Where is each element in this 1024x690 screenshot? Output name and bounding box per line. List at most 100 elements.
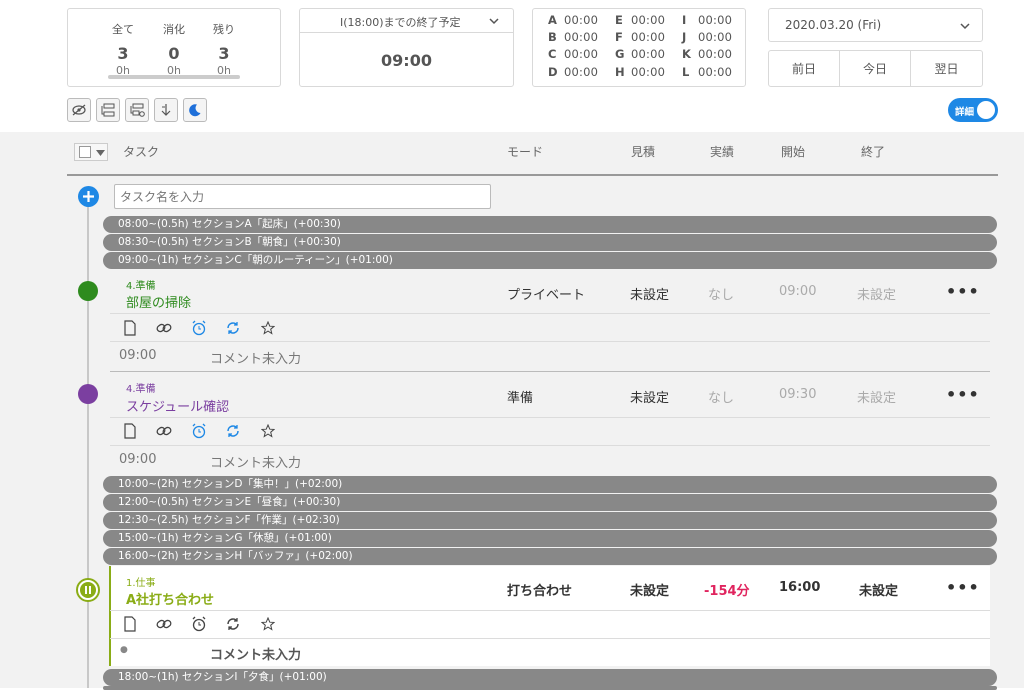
header-divider bbox=[67, 174, 998, 176]
row-divider bbox=[110, 313, 990, 314]
task-name[interactable]: A社打ち合わせ bbox=[126, 589, 214, 608]
summary-count-done: 0 bbox=[168, 44, 180, 63]
comment-bullet: ● bbox=[120, 645, 128, 655]
alarm-clock-icon[interactable] bbox=[190, 615, 208, 633]
task-actual: -154分 bbox=[704, 584, 750, 599]
checkbox-square bbox=[79, 146, 91, 158]
repeat-icon[interactable] bbox=[224, 422, 242, 440]
section-bar-a[interactable]: 08:00~(0.5h) セクションA「起床」(+00:30) bbox=[103, 216, 997, 233]
header-task: タスク bbox=[123, 145, 160, 159]
section-settings-button[interactable] bbox=[125, 98, 149, 122]
task-mode[interactable]: 準備 bbox=[507, 387, 533, 406]
task-status-dot[interactable] bbox=[78, 281, 98, 301]
link-icon[interactable] bbox=[155, 319, 173, 337]
memo-icon[interactable] bbox=[121, 422, 139, 440]
add-task-button[interactable] bbox=[78, 186, 99, 207]
section-bar-c[interactable]: 09:00~(1h) セクションC「朝のルーティーン」(+01:00) bbox=[103, 252, 997, 269]
section-time-j: J 00:00 bbox=[682, 30, 733, 44]
header-end: 終了 bbox=[861, 145, 886, 159]
alarm-clock-icon[interactable] bbox=[190, 319, 208, 337]
task-mode[interactable]: プライベート bbox=[507, 284, 585, 303]
forecast-value: 09:00 bbox=[381, 51, 432, 70]
pause-icon bbox=[80, 582, 96, 598]
section-bar-i[interactable]: 18:00~(1h) セクションI「夕食」(+01:00) bbox=[103, 669, 997, 686]
task-start[interactable]: 09:00 bbox=[779, 284, 816, 299]
today-button[interactable]: 今日 bbox=[840, 51, 911, 87]
section-time-a: A 00:00 bbox=[548, 13, 599, 27]
date-nav: 前日 今日 翌日 bbox=[768, 50, 983, 87]
plus-icon bbox=[83, 191, 94, 202]
prev-day-button[interactable]: 前日 bbox=[769, 51, 840, 87]
night-mode-button[interactable] bbox=[183, 98, 207, 122]
memo-icon[interactable] bbox=[121, 615, 139, 633]
hide-completed-button[interactable] bbox=[67, 98, 91, 122]
section-time-f: F 00:00 bbox=[615, 30, 666, 44]
date-select[interactable]: 2020.03.20 (Fri) bbox=[768, 8, 983, 42]
task-end[interactable]: 未設定 bbox=[857, 284, 896, 303]
task-estimate[interactable]: 未設定 bbox=[630, 387, 669, 406]
section-time-d: D 00:00 bbox=[548, 65, 599, 79]
detail-toggle-label: 詳細 bbox=[955, 107, 975, 118]
pause-button[interactable] bbox=[76, 578, 100, 602]
forecast-select[interactable]: I(18:00)までの終了予定 bbox=[300, 9, 513, 33]
summary-box: 全て 消化 残り 3 0 3 0h 0h 0h bbox=[67, 8, 281, 87]
row-divider bbox=[110, 341, 990, 342]
section-times-box: A 00:00 B 00:00 C 00:00 D 00:00 E 00:00 F 00:0… bbox=[532, 8, 746, 87]
task-category: 4.準備 bbox=[126, 281, 156, 292]
star-icon[interactable] bbox=[259, 319, 277, 337]
comment-text[interactable]: コメント未入力 bbox=[210, 452, 301, 471]
section-view-button[interactable] bbox=[96, 98, 120, 122]
summary-label-done: 消化 bbox=[163, 23, 185, 36]
task-category: 1.仕事 bbox=[126, 578, 156, 589]
task-menu-button[interactable]: ••• bbox=[946, 385, 980, 404]
link-icon[interactable] bbox=[155, 422, 173, 440]
repeat-icon[interactable] bbox=[224, 615, 242, 633]
task-name[interactable]: 部屋の掃除 bbox=[126, 292, 191, 311]
link-icon[interactable] bbox=[155, 615, 173, 633]
task-divider bbox=[110, 371, 990, 372]
row-divider bbox=[110, 610, 990, 611]
section-bar-g[interactable]: 15:00~(1h) セクションG「休憩」(+01:00) bbox=[103, 530, 997, 547]
task-menu-button[interactable]: ••• bbox=[946, 282, 980, 301]
section-time-k: K 00:00 bbox=[682, 47, 733, 61]
chevron-down-icon bbox=[489, 18, 499, 25]
task-menu-button[interactable]: ••• bbox=[946, 578, 980, 597]
timeline-line bbox=[87, 206, 89, 688]
task-start[interactable]: 09:30 bbox=[779, 387, 816, 402]
select-all-checkbox[interactable] bbox=[74, 143, 108, 161]
comment-text[interactable]: コメント未入力 bbox=[210, 348, 301, 367]
star-icon[interactable] bbox=[259, 422, 277, 440]
new-task-input[interactable] bbox=[114, 184, 491, 209]
task-actual: なし bbox=[708, 288, 735, 303]
task-mode[interactable]: 打ち合わせ bbox=[507, 580, 572, 599]
task-estimate[interactable]: 未設定 bbox=[630, 284, 669, 303]
comment-time: 09:00 bbox=[119, 348, 157, 363]
alarm-clock-icon[interactable] bbox=[190, 422, 208, 440]
section-bar-e[interactable]: 12:00~(0.5h) セクションE「昼食」(+00:30) bbox=[103, 494, 997, 511]
comment-text[interactable]: コメント未入力 bbox=[210, 644, 301, 663]
next-day-button[interactable]: 翌日 bbox=[911, 51, 982, 87]
task-name[interactable]: スケジュール確認 bbox=[126, 396, 229, 415]
repeat-icon[interactable] bbox=[224, 319, 242, 337]
star-icon[interactable] bbox=[259, 615, 277, 633]
detail-toggle[interactable]: 詳細 bbox=[948, 98, 998, 122]
section-bar-h[interactable]: 16:00~(2h) セクションH「バッファ」(+02:00) bbox=[103, 548, 997, 565]
task-category: 4.準備 bbox=[126, 384, 156, 395]
toggle-knob bbox=[977, 101, 995, 119]
task-estimate[interactable]: 未設定 bbox=[630, 580, 669, 599]
task-end[interactable]: 未設定 bbox=[859, 580, 898, 599]
header-actual: 実績 bbox=[710, 145, 735, 159]
task-end[interactable]: 未設定 bbox=[857, 387, 896, 406]
forecast-box: I(18:00)までの終了予定 09:00 bbox=[299, 8, 514, 87]
memo-icon[interactable] bbox=[121, 319, 139, 337]
section-bar-f[interactable]: 12:30~(2.5h) セクションF「作業」(+02:30) bbox=[103, 512, 997, 529]
section-bar-b[interactable]: 08:30~(0.5h) セクションB「朝食」(+00:30) bbox=[103, 234, 997, 251]
summary-label-remaining: 残り bbox=[213, 23, 235, 36]
sort-button[interactable] bbox=[154, 98, 178, 122]
section-time-i: I 00:00 bbox=[682, 13, 733, 27]
section-bar-d[interactable]: 10:00~(2h) セクションD「集中！」(+02:00) bbox=[103, 476, 997, 493]
task-start[interactable]: 16:00 bbox=[779, 580, 820, 595]
task-status-dot[interactable] bbox=[78, 384, 98, 404]
header-start: 開始 bbox=[781, 145, 806, 159]
forecast-label: I(18:00)までの終了予定 bbox=[340, 16, 461, 29]
